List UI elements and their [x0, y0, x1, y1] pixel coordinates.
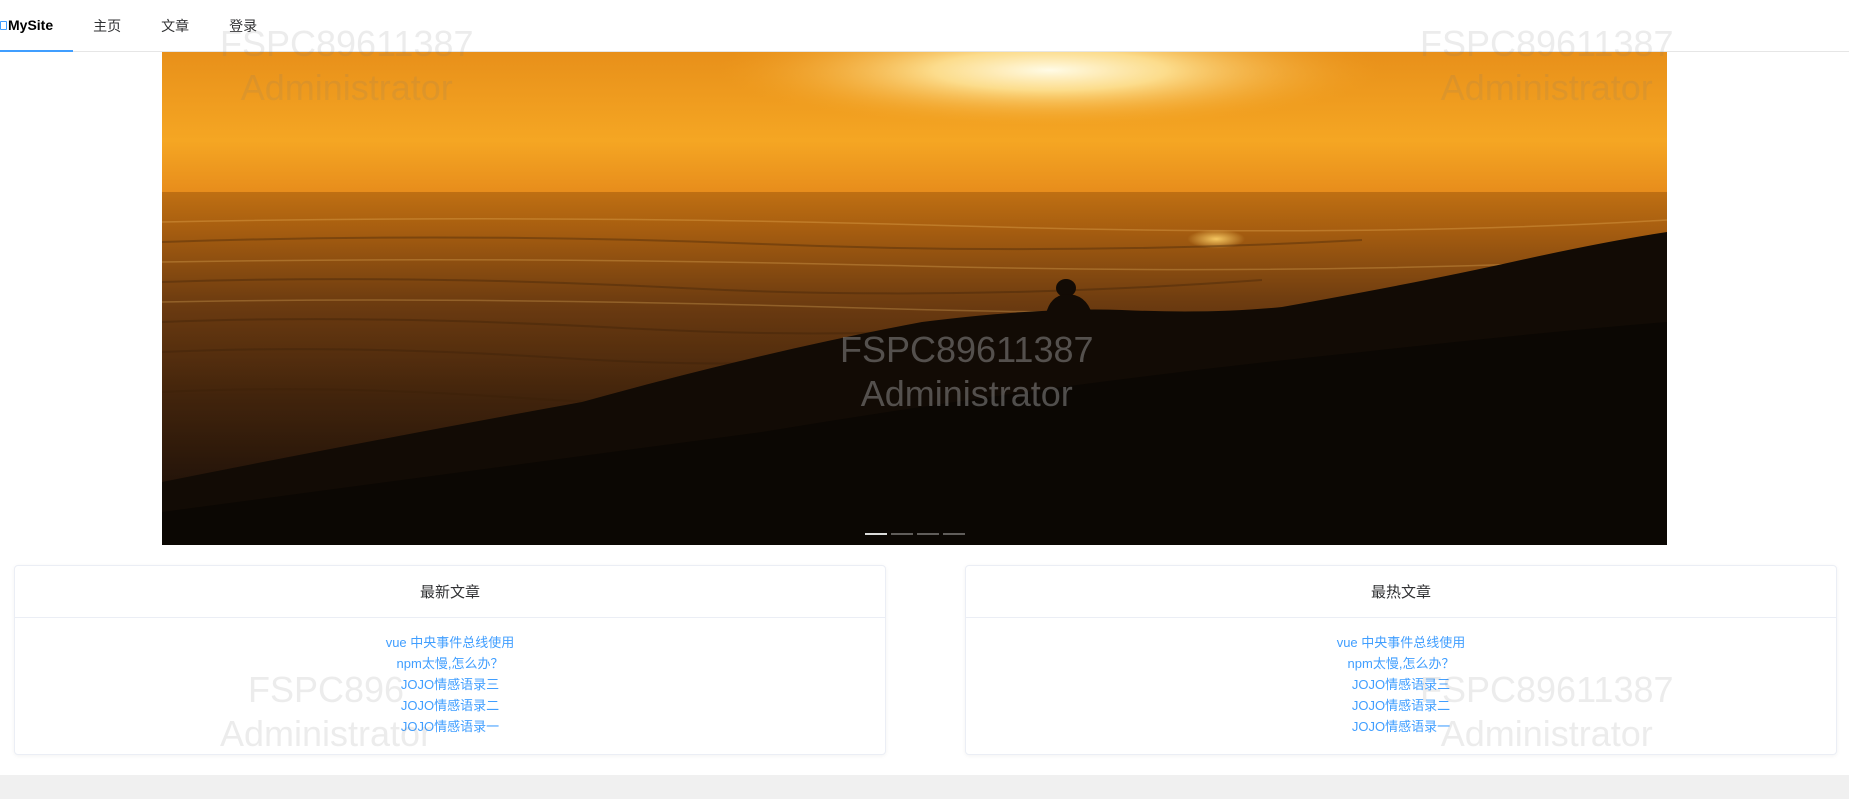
nav-item-label: 文章: [161, 18, 190, 34]
article-link[interactable]: JOJO情感语录一: [1352, 716, 1450, 737]
article-link[interactable]: vue 中央事件总线使用: [386, 632, 515, 653]
hottest-articles-card: 最热文章 vue 中央事件总线使用 npm太慢,怎么办？ JOJO情感语录三 J…: [965, 565, 1837, 755]
article-link[interactable]: npm太慢,怎么办？: [1348, 653, 1455, 674]
article-list: vue 中央事件总线使用 npm太慢,怎么办？ JOJO情感语录三 JOJO情感…: [966, 618, 1836, 751]
banner-carousel[interactable]: [162, 52, 1667, 545]
nav-item-label: 登录: [229, 18, 258, 34]
nav-item-login[interactable]: 登录: [209, 0, 277, 52]
nav-item-home[interactable]: 主页: [73, 0, 141, 52]
article-link[interactable]: npm太慢,怎么办？: [397, 653, 504, 674]
card-title: 最新文章: [15, 566, 885, 618]
brand-logo-icon: [0, 21, 7, 30]
article-link[interactable]: JOJO情感语录二: [401, 695, 499, 716]
carousel-indicator[interactable]: [916, 533, 939, 535]
article-list: vue 中央事件总线使用 npm太慢,怎么办？ JOJO情感语录三 JOJO情感…: [15, 618, 885, 751]
sunset-image: [162, 52, 1667, 545]
latest-articles-card: 最新文章 vue 中央事件总线使用 npm太慢,怎么办？ JOJO情感语录三 J…: [14, 565, 886, 755]
article-link[interactable]: JOJO情感语录三: [401, 674, 499, 695]
carousel-indicator[interactable]: [942, 533, 965, 535]
article-link[interactable]: vue 中央事件总线使用: [1337, 632, 1466, 653]
carousel-indicator[interactable]: [864, 533, 887, 535]
carousel-indicator[interactable]: [890, 533, 913, 535]
page-footer: [0, 775, 1849, 799]
carousel-indicators: [864, 533, 965, 535]
top-navbar: MySite 主页 文章 登录: [0, 0, 1849, 52]
article-link[interactable]: JOJO情感语录二: [1352, 695, 1450, 716]
article-link[interactable]: JOJO情感语录三: [1352, 674, 1450, 695]
article-link[interactable]: JOJO情感语录一: [401, 716, 499, 737]
nav-item-articles[interactable]: 文章: [141, 0, 209, 52]
card-title: 最热文章: [966, 566, 1836, 618]
nav-item-label: 主页: [93, 18, 122, 34]
nav-brand[interactable]: MySite: [0, 0, 74, 52]
brand-name: MySite: [8, 17, 54, 33]
